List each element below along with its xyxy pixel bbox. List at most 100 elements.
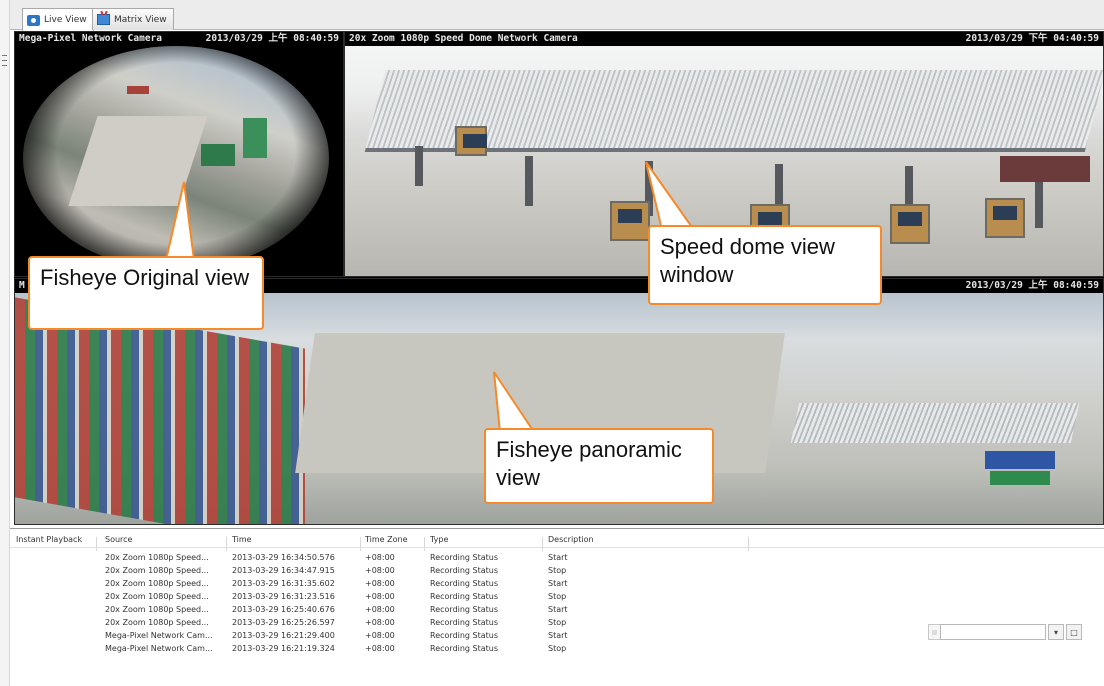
vms-window: Live View Matrix View Mega-Pixel Network… <box>0 0 1104 686</box>
cell-time-zone: +08:00 <box>365 644 395 653</box>
cell-time-zone: +08:00 <box>365 553 395 562</box>
event-log-panel: Instant Playback Source Time Time Zone T… <box>10 528 1104 686</box>
left-dock-strip[interactable] <box>0 0 10 686</box>
cell-type: Recording Status <box>430 592 499 601</box>
log-filter-input[interactable] <box>940 624 1046 640</box>
camera-timestamp: 2013/03/29 上午 08:40:59 <box>205 33 339 44</box>
truck <box>985 451 1055 469</box>
matrix-view-icon <box>97 14 110 25</box>
cell-time: 2013-03-29 16:34:47.915 <box>232 566 335 575</box>
column-divider <box>226 537 227 551</box>
tab-matrix-view[interactable]: Matrix View <box>92 8 174 30</box>
cell-type: Recording Status <box>430 618 499 627</box>
cell-time-zone: +08:00 <box>365 631 395 640</box>
toll-booth <box>890 204 930 244</box>
log-filter-box: ▾ □ <box>928 624 1082 640</box>
callout-speed-dome: Speed dome view window <box>648 225 882 305</box>
callout-pointer <box>164 181 196 260</box>
gate-canopy <box>790 403 1080 443</box>
cell-source: Mega-Pixel Network Cam... <box>105 644 213 653</box>
cell-type: Recording Status <box>430 566 499 575</box>
cell-time: 2013-03-29 16:21:29.400 <box>232 631 335 640</box>
camera-timestamp: 2013/03/29 下午 04:40:59 <box>965 33 1099 44</box>
instant-playback-label[interactable]: Instant Playback <box>16 535 82 544</box>
cell-time: 2013-03-29 16:34:50.576 <box>232 553 335 562</box>
cell-description: Stop <box>548 644 567 653</box>
pane-title-bar: 20x Zoom 1080p Speed Dome Network Camera… <box>345 32 1103 46</box>
cell-description: Start <box>548 631 568 640</box>
dock-marker <box>2 55 7 56</box>
log-row[interactable]: 20x Zoom 1080p Speed... 2013-03-29 16:34… <box>10 564 1104 577</box>
column-divider <box>748 537 749 551</box>
cell-time-zone: +08:00 <box>365 605 395 614</box>
callout-text: Fisheye panoramic view <box>496 437 682 490</box>
dock-marker <box>2 65 7 66</box>
event-log-header: Instant Playback Source Time Time Zone T… <box>10 533 1104 551</box>
filter-window-button[interactable]: □ <box>1066 624 1082 640</box>
cell-time: 2013-03-29 16:31:35.602 <box>232 579 335 588</box>
cell-source: 20x Zoom 1080p Speed... <box>105 605 209 614</box>
cell-source: 20x Zoom 1080p Speed... <box>105 553 209 562</box>
container <box>201 144 235 166</box>
log-row[interactable]: 20x Zoom 1080p Speed... 2013-03-29 16:31… <box>10 590 1104 603</box>
cell-time-zone: +08:00 <box>365 592 395 601</box>
callout-panoramic: Fisheye panoramic view <box>484 428 714 504</box>
cell-type: Recording Status <box>430 644 499 653</box>
truck <box>990 471 1050 485</box>
column-divider <box>360 537 361 551</box>
view-tab-bar: Live View Matrix View <box>10 0 1104 31</box>
cell-type: Recording Status <box>430 605 499 614</box>
chevron-down-icon: ▾ <box>1053 627 1058 637</box>
cell-time-zone: +08:00 <box>365 618 395 627</box>
column-divider <box>96 537 97 551</box>
cell-time: 2013-03-29 16:25:26.597 <box>232 618 335 627</box>
camera-timestamp: 2013/03/29 上午 08:40:59 <box>965 280 1099 291</box>
cell-time-zone: +08:00 <box>365 579 395 588</box>
canopy-post <box>525 156 533 206</box>
log-row[interactable]: 20x Zoom 1080p Speed... 2013-03-29 16:31… <box>10 577 1104 590</box>
cell-time: 2013-03-29 16:31:23.516 <box>232 592 335 601</box>
cell-source: 20x Zoom 1080p Speed... <box>105 579 209 588</box>
column-divider <box>542 537 543 551</box>
cell-source: Mega-Pixel Network Cam... <box>105 631 213 640</box>
callout-text: Speed dome view window <box>660 234 835 287</box>
column-header-type[interactable]: Type <box>430 535 448 544</box>
log-row[interactable]: 20x Zoom 1080p Speed... 2013-03-29 16:25… <box>10 603 1104 616</box>
cell-type: Recording Status <box>430 553 499 562</box>
cell-description: Stop <box>548 592 567 601</box>
column-header-source[interactable]: Source <box>105 535 132 544</box>
container <box>127 86 149 94</box>
cell-description: Stop <box>548 566 567 575</box>
camera-name: 20x Zoom 1080p Speed Dome Network Camera <box>349 33 578 44</box>
canopy-post <box>415 146 423 186</box>
column-header-description[interactable]: Description <box>548 535 594 544</box>
cell-time: 2013-03-29 16:25:40.676 <box>232 605 335 614</box>
camera-name: M <box>19 280 25 291</box>
cell-description: Stop <box>548 618 567 627</box>
cell-source: 20x Zoom 1080p Speed... <box>105 566 209 575</box>
live-view-icon <box>27 14 40 26</box>
toll-booth <box>985 198 1025 238</box>
callout-text: Fisheye Original view <box>40 265 250 290</box>
truck <box>1000 156 1090 182</box>
cell-time-zone: +08:00 <box>365 566 395 575</box>
column-header-time[interactable]: Time <box>232 535 252 544</box>
tab-live-view[interactable]: Live View <box>22 8 94 31</box>
tab-label: Matrix View <box>114 14 167 25</box>
filter-dropdown-button[interactable]: ▾ <box>1048 624 1064 640</box>
log-row[interactable]: 20x Zoom 1080p Speed... 2013-03-29 16:34… <box>10 551 1104 564</box>
log-row[interactable]: Mega-Pixel Network Cam... 2013-03-29 16:… <box>10 642 1104 655</box>
pane-title-bar: Mega-Pixel Network Camera 2013/03/29 上午 … <box>15 32 343 46</box>
container-stacks <box>15 297 305 524</box>
camera-name: Mega-Pixel Network Camera <box>19 33 162 44</box>
cell-type: Recording Status <box>430 579 499 588</box>
toll-booth <box>455 126 487 156</box>
callout-pointer <box>493 371 536 432</box>
filter-icon <box>928 624 940 640</box>
cell-source: 20x Zoom 1080p Speed... <box>105 618 209 627</box>
column-header-time-zone[interactable]: Time Zone <box>365 535 408 544</box>
cell-type: Recording Status <box>430 631 499 640</box>
cell-description: Start <box>548 579 568 588</box>
callout-pointer <box>645 161 696 230</box>
tab-label: Live View <box>44 15 87 25</box>
